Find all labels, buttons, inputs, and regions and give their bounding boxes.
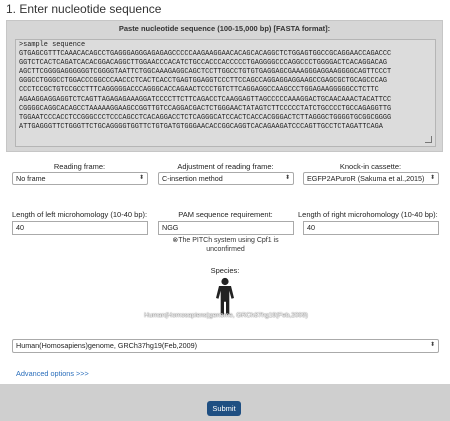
reading-frame-label: Reading frame: — [53, 162, 106, 171]
chevron-updown-icon: ⬍ — [429, 342, 435, 348]
reading-frame-select[interactable]: No frame ⬍ — [12, 172, 148, 185]
resize-handle-icon[interactable] — [425, 136, 432, 143]
sequence-textarea[interactable]: >sample sequence GTGAGCGTTTCAAACACAGCCTG… — [15, 39, 436, 147]
knockin-select[interactable]: EGFP2APuroR (Sakuma et al.,2015) ⬍ — [303, 172, 439, 185]
chevron-updown-icon: ⬍ — [429, 175, 435, 181]
adjustment-select[interactable]: C-insertion method ⬍ — [158, 172, 294, 185]
chevron-updown-icon: ⬍ — [284, 175, 290, 181]
genome-caption: Human(Homosapiens)genome, GRCh37hg19(Feb… — [144, 312, 308, 319]
submit-button[interactable]: Submit — [207, 401, 241, 416]
sequence-panel-title: Paste nucleotide sequence (100-15,000 bp… — [118, 24, 331, 33]
right-microhomology-input[interactable]: 40 — [303, 221, 439, 235]
knockin-value: EGFP2APuroR (Sakuma et al.,2015) — [307, 174, 425, 183]
sequence-panel: Paste nucleotide sequence (100-15,000 bp… — [6, 20, 443, 152]
human-silhouette-icon — [216, 277, 234, 315]
adjustment-value: C-insertion method — [162, 174, 223, 183]
pam-label: PAM sequence requirement: — [178, 210, 273, 219]
species-value: Human(Homosapiens)genome, GRCh37hg19(Feb… — [16, 341, 197, 350]
pam-input[interactable]: NGG — [158, 221, 294, 235]
right-microhomology-label: Length of right microhomology (10-40 bp)… — [298, 210, 438, 219]
left-microhomology-input[interactable]: 40 — [12, 221, 148, 235]
chevron-updown-icon: ⬍ — [138, 175, 144, 181]
reading-frame-value: No frame — [16, 174, 46, 183]
species-select[interactable]: Human(Homosapiens)genome, GRCh37hg19(Feb… — [12, 339, 439, 353]
left-microhomology-label: Length of left microhomology (10-40 bp): — [12, 210, 148, 219]
species-label: Species: — [210, 266, 240, 275]
pam-note-line1: ⊗The PITCh system using Cpf1 is — [172, 237, 279, 244]
knockin-label: Knock-in cassette: — [339, 162, 402, 171]
adjustment-label: Adjustment of reading frame: — [177, 162, 274, 171]
advanced-options-link[interactable]: Advanced options >>> — [16, 369, 89, 378]
section-title: 1. Enter nucleotide sequence — [6, 2, 162, 16]
pam-note-line2: unconfirmed — [206, 246, 245, 253]
